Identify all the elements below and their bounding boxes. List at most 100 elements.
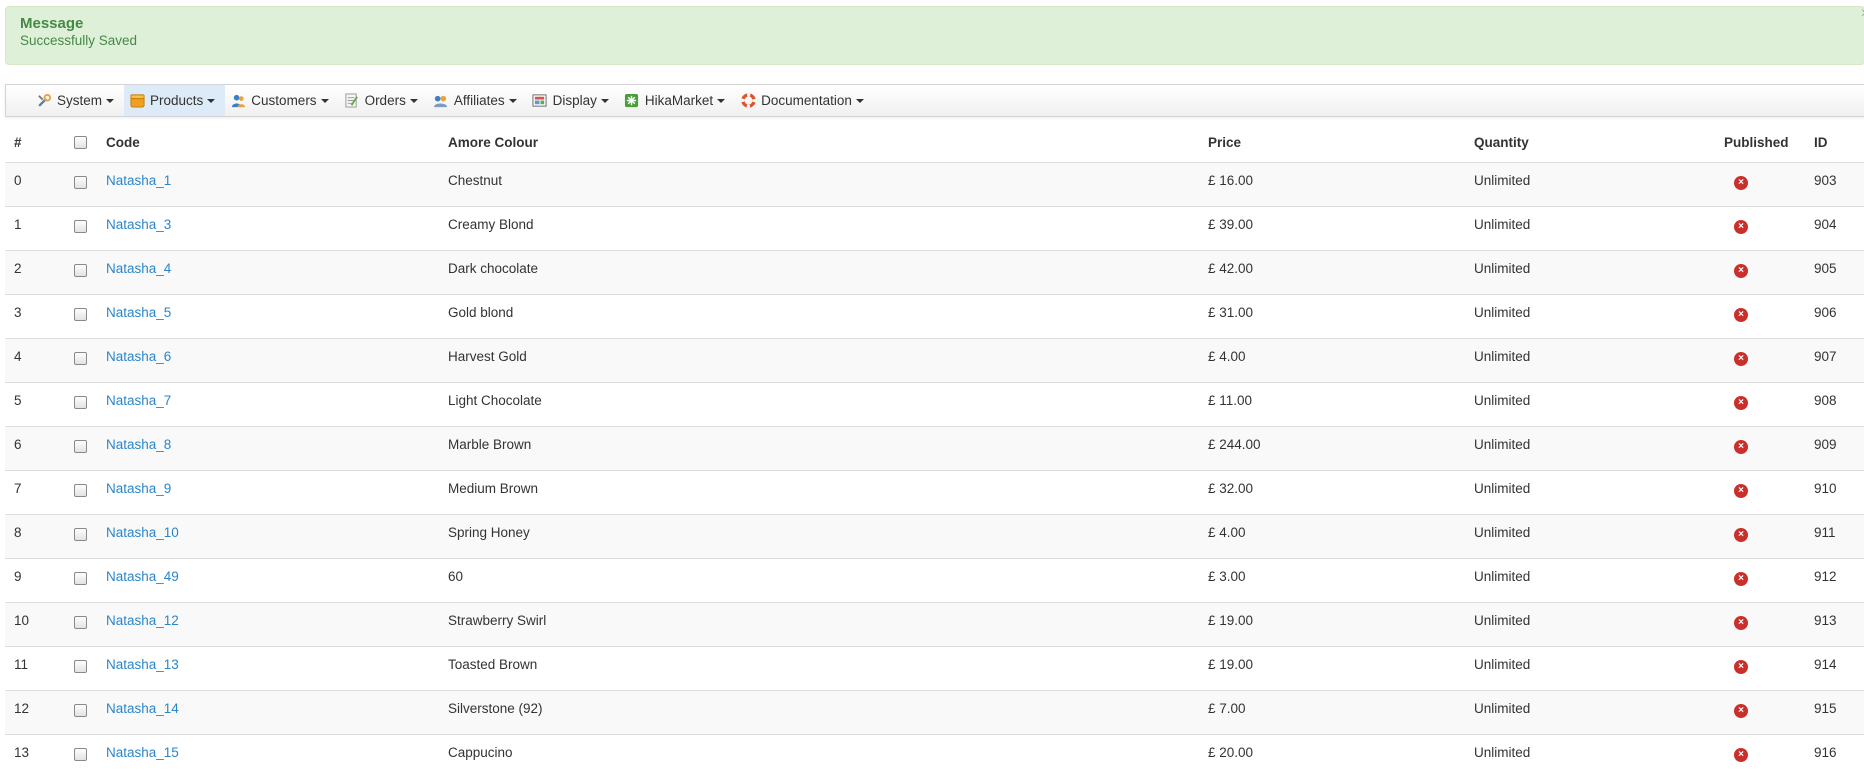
unpublished-icon[interactable]: × [1734,528,1748,542]
table-row: 1 Natasha_3 Creamy Blond £ 39.00 Unlimited × 9… [5,206,1864,251]
product-code-link[interactable]: Natasha_3 [106,217,171,232]
colour-cell: Gold blond [448,294,1208,339]
header-published[interactable]: Published [1724,126,1814,163]
colour-cell: Harvest Gold [448,338,1208,383]
unpublished-icon[interactable]: × [1734,660,1748,674]
lifebuoy-icon [740,93,756,109]
row-checkbox[interactable] [74,264,87,277]
code-cell: Natasha_49 [106,558,448,603]
header-quantity[interactable]: Quantity [1474,126,1724,163]
id-cell: 916 [1814,734,1864,779]
product-code-link[interactable]: Natasha_9 [106,481,171,496]
id-cell: 915 [1814,690,1864,735]
caret-down-icon [600,98,609,103]
menu-display[interactable]: Display [527,85,619,116]
row-checkbox[interactable] [74,176,87,189]
row-select-cell [60,690,106,735]
code-cell: Natasha_9 [106,470,448,515]
unpublished-icon[interactable]: × [1734,396,1748,410]
published-cell: × [1724,250,1814,295]
row-checkbox[interactable] [74,572,87,585]
menu-orders[interactable]: Orders [339,85,428,116]
product-code-link[interactable]: Natasha_8 [106,437,171,452]
colour-cell: Dark chocolate [448,250,1208,295]
published-cell: × [1724,470,1814,515]
product-code-link[interactable]: Natasha_12 [106,613,179,628]
close-icon[interactable]: × [1861,5,1864,23]
row-number: 12 [5,690,60,735]
table-row: 2 Natasha_4 Dark chocolate £ 42.00 Unlimited… [5,250,1864,295]
row-checkbox[interactable] [74,484,87,497]
menu-system[interactable]: System [31,85,124,116]
quantity-cell: Unlimited [1474,514,1724,559]
colour-cell: Silverstone (92) [448,690,1208,735]
code-cell: Natasha_7 [106,382,448,427]
row-number: 8 [5,514,60,559]
row-checkbox[interactable] [74,704,87,717]
unpublished-icon[interactable]: × [1734,308,1748,322]
row-checkbox[interactable] [74,220,87,233]
product-code-link[interactable]: Natasha_4 [106,261,171,276]
table-row: 13 Natasha_15 Cappucino £ 20.00 Unlimited × 91… [5,734,1864,779]
caret-down-icon [320,98,329,103]
unpublished-icon[interactable]: × [1734,220,1748,234]
row-checkbox[interactable] [74,308,87,321]
published-cell: × [1724,734,1814,779]
unpublished-icon[interactable]: × [1734,616,1748,630]
published-cell: × [1724,206,1814,251]
row-number: 0 [5,162,60,207]
unpublished-icon[interactable]: × [1734,704,1748,718]
code-cell: Natasha_3 [106,206,448,251]
product-code-link[interactable]: Natasha_14 [106,701,179,716]
quantity-cell: Unlimited [1474,690,1724,735]
code-cell: Natasha_1 [106,162,448,207]
published-cell: × [1724,602,1814,647]
unpublished-icon[interactable]: × [1734,264,1748,278]
product-code-link[interactable]: Natasha_10 [106,525,179,540]
table-row: 11 Natasha_13 Toasted Brown £ 19.00 Unlimite… [5,646,1864,691]
message-text: Successfully Saved [20,33,138,48]
table-row: 10 Natasha_12 Strawberry Swirl £ 19.00 Unlim… [5,602,1864,647]
product-code-link[interactable]: Natasha_1 [106,173,171,188]
product-code-link[interactable]: Natasha_7 [106,393,171,408]
menu-label: Customers [251,93,317,108]
product-code-link[interactable]: Natasha_15 [106,745,179,760]
caret-down-icon [106,98,115,103]
table-row: 4 Natasha_6 Harvest Gold £ 4.00 Unlimited × 90… [5,338,1864,383]
menu-hikamarket[interactable]: HikaMarket [619,85,735,116]
code-cell: Natasha_5 [106,294,448,339]
row-checkbox[interactable] [74,660,87,673]
product-code-link[interactable]: Natasha_13 [106,657,179,672]
menu-label: Display [552,93,597,108]
row-checkbox[interactable] [74,440,87,453]
menu-customers[interactable]: Customers [225,85,338,116]
unpublished-icon[interactable]: × [1734,176,1748,190]
row-checkbox[interactable] [74,396,87,409]
product-code-link[interactable]: Natasha_6 [106,349,171,364]
menu-affiliates[interactable]: Affiliates [428,85,527,116]
unpublished-icon[interactable]: × [1734,748,1748,762]
customers-icon [230,93,246,109]
unpublished-icon[interactable]: × [1734,484,1748,498]
row-checkbox[interactable] [74,528,87,541]
row-checkbox[interactable] [74,352,87,365]
header-amore-colour[interactable]: Amore Colour [448,126,1208,163]
unpublished-icon[interactable]: × [1734,440,1748,454]
product-code-link[interactable]: Natasha_5 [106,305,171,320]
product-code-link[interactable]: Natasha_49 [106,569,179,584]
menu-label: HikaMarket [644,93,714,108]
unpublished-icon[interactable]: × [1734,352,1748,366]
row-select-cell [60,206,106,251]
row-checkbox[interactable] [74,616,87,629]
menu-documentation[interactable]: Documentation [735,85,874,116]
header-price[interactable]: Price [1208,126,1474,163]
quantity-cell: Unlimited [1474,382,1724,427]
header-id[interactable]: ID [1814,126,1864,163]
select-all-checkbox[interactable] [74,135,87,149]
row-select-cell [60,514,106,559]
menu-products[interactable]: Products [124,85,226,116]
header-code[interactable]: Code [106,126,448,163]
unpublished-icon[interactable]: × [1734,572,1748,586]
row-checkbox[interactable] [74,748,87,761]
table-row: 9 Natasha_49 60 £ 3.00 Unlimited × 912 [5,558,1864,603]
